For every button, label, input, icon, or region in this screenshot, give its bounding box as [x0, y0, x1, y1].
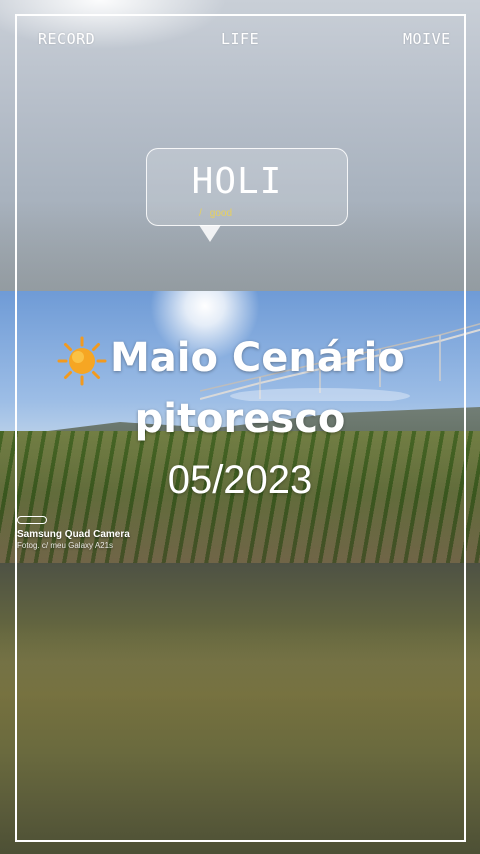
record-label[interactable]: RECORD — [38, 30, 95, 48]
bubble-subtitle: / good — [199, 208, 233, 219]
quad-camera-icon — [17, 516, 47, 524]
caption-title: Maio Cenário — [50, 330, 450, 390]
camera-watermark: Samsung Quad Camera Fotog. c/ meu Galaxy… — [17, 510, 217, 551]
bottom-blurred-background — [0, 563, 480, 854]
caption-date: 05/2023 — [167, 458, 313, 502]
caption-line2: pitoresco — [134, 396, 346, 442]
speech-bubble-tail — [199, 225, 221, 242]
watermark-title: Samsung Quad Camera — [17, 529, 130, 540]
moive-label[interactable]: MOIVE — [403, 30, 451, 48]
speech-bubble: HOLI / good — [146, 148, 348, 226]
bubble-title: HOLI — [191, 161, 283, 202]
caption-line1: Maio Cenário — [110, 335, 405, 381]
watermark-subtitle: Fotog. c/ meu Galaxy A21s — [17, 541, 114, 550]
life-label[interactable]: LIFE — [221, 30, 259, 48]
